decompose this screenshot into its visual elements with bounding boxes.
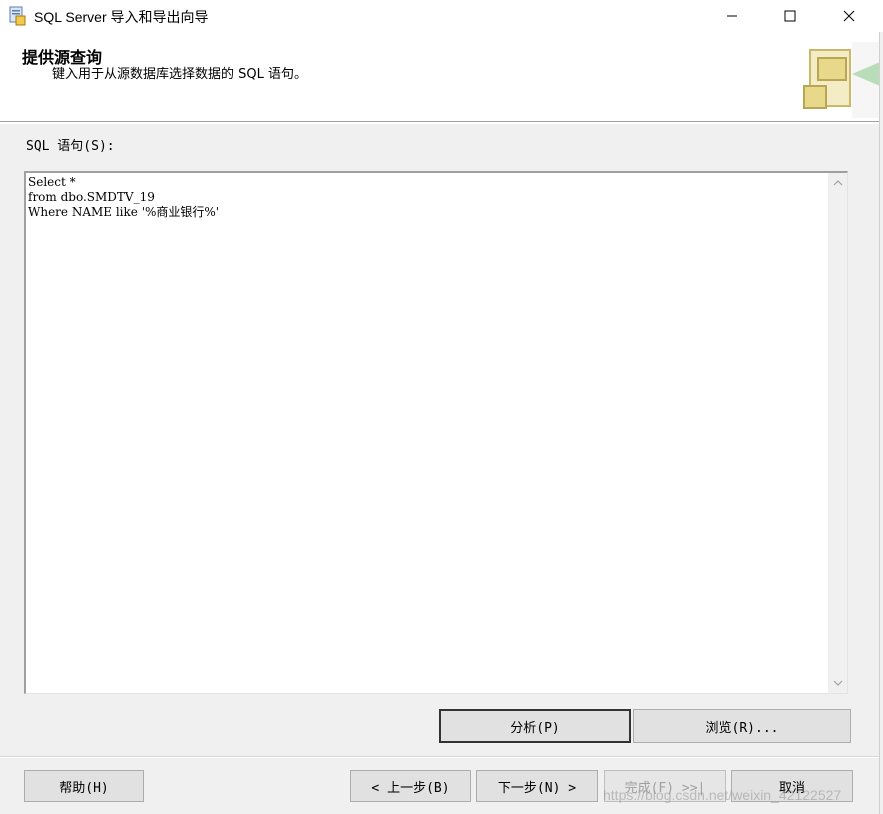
minimize-icon [727,15,737,17]
scroll-down-button[interactable] [828,673,847,693]
maximize-button[interactable] [767,0,813,32]
window-edge [879,32,883,814]
wizard-banner-icon [803,42,883,118]
scroll-up-button[interactable] [828,173,847,193]
sql-statement-editor[interactable]: Select * from dbo.SMDTV_19 Where NAME li… [24,171,848,694]
window-title: SQL Server 导入和导出向导 [34,9,209,25]
wizard-header: 提供源查询 键入用于从源数据库选择数据的 SQL 语句。 [0,32,883,122]
minimize-button[interactable] [709,0,755,32]
page-subtitle: 键入用于从源数据库选择数据的 SQL 语句。 [52,67,307,82]
wizard-app-icon [9,6,26,26]
sql-statement-label: SQL 语句(S): [26,139,115,154]
back-button[interactable]: < 上一步(B) [350,770,471,802]
chevron-down-icon [833,680,842,686]
watermark-text: https://blog.csdn.net/weixin_42122527 [603,787,842,803]
header-divider [0,121,883,123]
close-icon [843,10,855,22]
parse-button[interactable]: 分析(P) [439,709,631,743]
help-button[interactable]: 帮助(H) [24,770,144,802]
maximize-icon [784,10,796,22]
vertical-scrollbar[interactable] [828,173,847,693]
close-button[interactable] [826,0,872,32]
next-button[interactable]: 下一步(N) > [476,770,598,802]
title-bar: SQL Server 导入和导出向导 [0,0,883,32]
sql-statement-text[interactable]: Select * from dbo.SMDTV_19 Where NAME li… [28,175,826,690]
browse-button[interactable]: 浏览(R)... [633,709,851,743]
chevron-up-icon [833,180,842,186]
footer-divider [0,756,883,758]
